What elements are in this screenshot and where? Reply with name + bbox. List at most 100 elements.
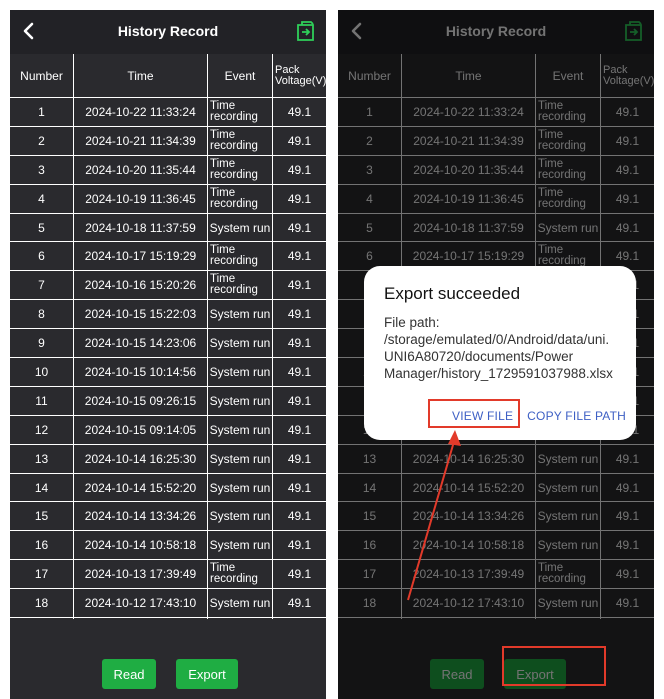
row-voltage: 49.1 xyxy=(287,509,312,524)
row-number: 14 xyxy=(10,473,74,502)
export-button[interactable]: Export xyxy=(176,659,238,689)
column-pack-voltage-header: Pack Voltage(V) xyxy=(275,63,326,87)
row-event: Time recording xyxy=(208,126,273,155)
row-voltage: 49.1 xyxy=(287,278,312,293)
row-voltage: 49.1 xyxy=(287,162,312,177)
row-time: 2024-10-14 16:25:30 xyxy=(74,444,208,473)
row-voltage: 49.1 xyxy=(287,191,312,206)
row-event: Time recording xyxy=(208,155,273,184)
table-row: 62024-10-17 15:19:29Time recording 49.1 xyxy=(10,242,326,272)
row-event: Time recording xyxy=(208,271,273,300)
row-time: 2024-10-15 09:26:15 xyxy=(74,386,208,415)
page-title: History Record xyxy=(117,23,219,39)
table-row: 92024-10-15 14:23:06System run 49.1 xyxy=(10,329,326,359)
row-number: 5 xyxy=(10,213,74,242)
history-table: NumberTimeEventPack Voltage(V)12024-10-2… xyxy=(10,54,326,676)
row-event: System run xyxy=(208,300,273,329)
row-time: 2024-10-19 11:36:45 xyxy=(74,184,208,213)
row-time: 2024-10-18 11:37:59 xyxy=(74,213,208,242)
table-row: 162024-10-14 10:58:18System run 49.1 xyxy=(10,531,326,561)
table-row: 72024-10-16 15:20:26Time recording 49.1 xyxy=(10,271,326,301)
export-file-icon[interactable] xyxy=(294,19,316,43)
row-number: 9 xyxy=(10,329,74,358)
row-voltage: 49.1 xyxy=(287,567,312,582)
row-event: System run xyxy=(208,386,273,415)
row-time: 2024-10-15 09:14:05 xyxy=(74,415,208,444)
row-voltage: 49.1 xyxy=(287,596,312,611)
row-number: 12 xyxy=(10,415,74,444)
pointer-arrow xyxy=(407,430,461,601)
phone-screen-left: History Record Number Time Event Pack Volta… xyxy=(10,10,326,699)
row-number: 11 xyxy=(10,386,74,415)
read-button[interactable]: Read xyxy=(102,659,156,689)
row-time: 2024-10-21 11:34:39 xyxy=(74,126,208,155)
row-time: 2024-10-14 15:52:20 xyxy=(74,473,208,502)
column-event-header: Event xyxy=(208,54,273,97)
row-number: 18 xyxy=(10,589,74,618)
row-number: 1 xyxy=(10,98,74,126)
row-voltage: 49.1 xyxy=(287,249,312,264)
table-row: 42024-10-19 11:36:45Time recording 49.1 xyxy=(10,184,326,214)
row-time: 2024-10-14 13:34:26 xyxy=(74,502,208,531)
top-bar: History Record xyxy=(10,10,326,54)
table-row: 12024-10-22 11:33:24Time recording 49.1 xyxy=(10,98,326,127)
row-event: System run xyxy=(208,531,273,560)
row-time: 2024-10-22 11:33:24 xyxy=(74,98,208,126)
row-number: 17 xyxy=(10,560,74,589)
row-event: System run xyxy=(208,329,273,358)
row-event: System run xyxy=(208,502,273,531)
row-time: 2024-10-15 14:23:06 xyxy=(74,329,208,358)
row-voltage: 49.1 xyxy=(287,364,312,379)
row-voltage: 49.1 xyxy=(287,422,312,437)
row-time: 2024-10-14 10:58:18 xyxy=(74,531,208,560)
row-event: Time recording xyxy=(208,242,273,271)
table-row: 172024-10-13 17:39:49Time recording 49.1 xyxy=(10,560,326,590)
row-time: 2024-10-15 10:14:56 xyxy=(74,358,208,386)
table-row: 52024-10-18 11:37:59System run 49.1 xyxy=(10,213,326,243)
bottom-bar: Read Export xyxy=(10,619,326,699)
row-number: 10 xyxy=(10,358,74,386)
row-time: 2024-10-20 11:35:44 xyxy=(74,155,208,184)
row-voltage: 49.1 xyxy=(287,133,312,148)
row-voltage: 49.1 xyxy=(287,307,312,322)
table-row: 112024-10-15 09:26:15System run 49.1 xyxy=(10,386,326,416)
row-event: Time recording xyxy=(208,98,273,126)
row-voltage: 49.1 xyxy=(287,451,312,466)
row-event: Time recording xyxy=(208,560,273,589)
row-time: 2024-10-15 15:22:03 xyxy=(74,300,208,329)
table-row: 32024-10-20 11:35:44Time recording 49.1 xyxy=(10,155,326,185)
row-voltage: 49.1 xyxy=(287,480,312,495)
row-time: 2024-10-12 17:43:10 xyxy=(74,589,208,618)
column-number-header: Number xyxy=(10,54,74,97)
phone-screen-right: History Record NumberTimeEventPack Volta… xyxy=(338,10,654,699)
row-time: 2024-10-13 17:39:49 xyxy=(74,560,208,589)
table-row: 102024-10-15 10:14:56System run 49.1 xyxy=(10,358,326,387)
row-time: 2024-10-16 15:20:26 xyxy=(74,271,208,300)
table-row: 22024-10-21 11:34:39Time recording 49.1 xyxy=(10,126,326,156)
row-voltage: 49.1 xyxy=(287,538,312,553)
column-time-header: Time xyxy=(74,54,208,97)
table-row: 182024-10-12 17:43:10System run 49.1 xyxy=(10,589,326,619)
table-row: 152024-10-14 13:34:26System run 49.1 xyxy=(10,502,326,532)
table-row: 132024-10-14 16:25:30System run 49.1 xyxy=(10,444,326,474)
row-number: 16 xyxy=(10,531,74,560)
row-number: 6 xyxy=(10,242,74,271)
row-time: 2024-10-17 15:19:29 xyxy=(74,242,208,271)
row-event: System run xyxy=(208,473,273,502)
table-row: 82024-10-15 15:22:03System run 49.1 xyxy=(10,300,326,330)
table-row: 142024-10-14 15:52:20System run 49.1 xyxy=(10,473,326,503)
row-event: Time recording xyxy=(208,184,273,213)
row-number: 15 xyxy=(10,502,74,531)
row-number: 2 xyxy=(10,126,74,155)
row-number: 7 xyxy=(10,271,74,300)
row-voltage: 49.1 xyxy=(287,220,312,235)
row-event: System run xyxy=(208,415,273,444)
table-row: 122024-10-15 09:14:05System run 49.1 xyxy=(10,415,326,445)
row-number: 13 xyxy=(10,444,74,473)
row-number: 3 xyxy=(10,155,74,184)
row-voltage: 49.1 xyxy=(287,104,312,119)
row-number: 8 xyxy=(10,300,74,329)
row-event: System run xyxy=(208,213,273,242)
row-number: 4 xyxy=(10,184,74,213)
row-event: System run xyxy=(208,358,273,386)
